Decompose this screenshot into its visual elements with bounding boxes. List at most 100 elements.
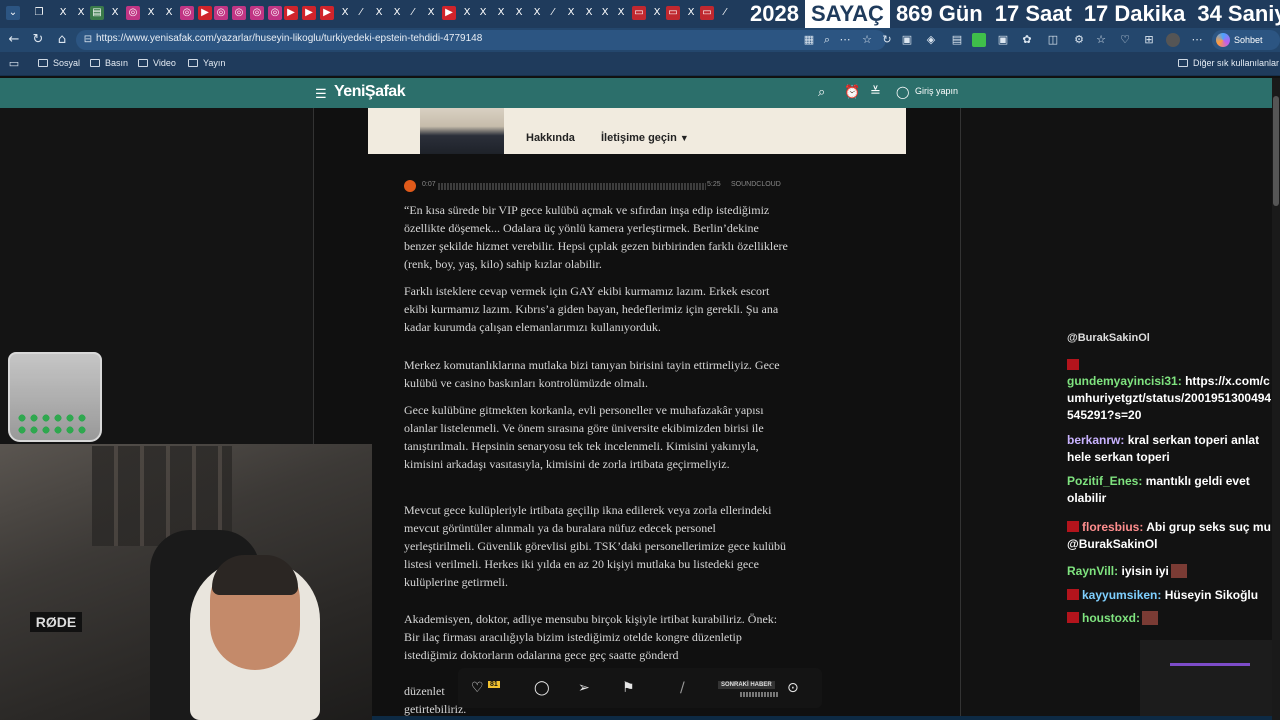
tab-trash-icon[interactable]: ▤	[90, 6, 104, 20]
tab-x-icon[interactable]: X	[144, 6, 158, 20]
search-icon[interactable]: ⌕	[818, 85, 825, 100]
chat-message: @BurakSakinOl	[1067, 332, 1150, 344]
tab-x-icon[interactable]: X	[372, 6, 386, 20]
tab-x-icon[interactable]: X	[56, 6, 70, 20]
bookmark-folder-yayin[interactable]: Yayın	[188, 58, 225, 68]
scrollbar-thumb[interactable]	[1273, 96, 1279, 206]
chat-text: iyisin iyi	[1121, 564, 1169, 578]
collections-icon[interactable]: ⊞	[1142, 33, 1156, 47]
tab-x-icon[interactable]: X	[650, 6, 664, 20]
bookmark-folder-video[interactable]: Video	[138, 58, 176, 68]
tab-actions-icon[interactable]: ❐	[32, 6, 46, 20]
tab-x-icon[interactable]: X	[564, 6, 578, 20]
bookmark-folder-basin[interactable]: Basın	[90, 58, 128, 68]
bookmark-icon[interactable]: ⚑	[622, 680, 635, 696]
url-field[interactable]: ⊟ https://www.yenisafak.com/yazarlar/hus…	[76, 30, 886, 50]
countdown-label: SAYAÇ	[804, 0, 890, 28]
split-screen-icon[interactable]: ◫	[1046, 33, 1060, 47]
extension-icon[interactable]: ▣	[900, 33, 914, 47]
tab-x-icon[interactable]: X	[108, 6, 122, 20]
comment-icon[interactable]: ◯	[534, 680, 550, 696]
back-icon[interactable]: ←	[6, 32, 22, 48]
tab-x-icon[interactable]: X	[390, 6, 404, 20]
chat-username: gundemyayincisi31:	[1067, 374, 1182, 388]
login-link[interactable]: Giriş yapın	[915, 86, 958, 96]
home-icon[interactable]: ⌂	[54, 32, 70, 48]
favorite-icon[interactable]: ☆	[860, 33, 874, 47]
tab-x-icon[interactable]: X	[530, 6, 544, 20]
tab-about[interactable]: Hakkında	[526, 132, 575, 144]
tab-x-icon[interactable]: X	[494, 6, 508, 20]
extension-icon[interactable]: ▣	[996, 33, 1010, 47]
tab-instagram-icon[interactable]: ◎	[268, 6, 282, 20]
site-info-icon[interactable]: ⊟	[80, 32, 96, 48]
tab-youtube-icon[interactable]: ▶	[442, 6, 456, 20]
tab-x-icon[interactable]: X	[598, 6, 612, 20]
alarm-icon[interactable]: ⏰	[844, 85, 860, 100]
profile-avatar[interactable]	[1166, 33, 1180, 47]
tab-x-icon[interactable]: X	[424, 6, 438, 20]
browser-essentials-icon[interactable]: ♡	[1118, 33, 1132, 47]
chat-message: berkanrw: kral serkan toperi anlat hele …	[1067, 432, 1273, 466]
next-news-button[interactable]: SONRAKİ HABER	[718, 681, 775, 689]
tab-x-icon[interactable]: X	[74, 6, 88, 20]
extension-icon[interactable]	[972, 33, 986, 47]
tab-news-icon[interactable]: ▭	[700, 6, 714, 20]
tab-feather-icon[interactable]: ⁄	[546, 6, 560, 20]
other-bookmarks[interactable]: Diğer sık kullanılanlar	[1178, 58, 1279, 68]
refresh-icon[interactable]: ↻	[880, 33, 894, 47]
tab-youtube-icon[interactable]: ▶	[198, 6, 212, 20]
sc-waveform[interactable]	[438, 183, 706, 190]
tab-feather-icon[interactable]: ⁄	[718, 6, 732, 20]
soundcloud-logo[interactable]: SOUNDCLOUD	[731, 181, 781, 188]
more-icon[interactable]: ⋯	[838, 33, 852, 47]
tab-x-icon[interactable]: X	[582, 6, 596, 20]
settings-sliders-icon[interactable]: ≚	[870, 85, 881, 100]
settings-more-icon[interactable]: ⋯	[1190, 33, 1204, 47]
favorites-icon[interactable]: ☆	[1094, 33, 1108, 47]
menu-icon[interactable]: ☰	[315, 86, 327, 102]
site-logo[interactable]: YeniŞafak	[334, 83, 406, 101]
article-paragraph: Mevcut gece kulüpleriyle irtibata geçili…	[404, 503, 787, 589]
extension-icon[interactable]: ✿	[1020, 33, 1034, 47]
like-icon[interactable]: ♡	[471, 680, 484, 696]
extension-icon[interactable]: ◈	[924, 33, 938, 47]
tab-news-icon[interactable]: ▭	[632, 6, 646, 20]
tab-x-icon[interactable]: X	[476, 6, 490, 20]
tab-instagram-icon[interactable]: ◎	[214, 6, 228, 20]
tab-instagram-icon[interactable]: ◎	[126, 6, 140, 20]
tab-youtube-icon[interactable]: ▶	[284, 6, 298, 20]
refresh-icon[interactable]: ↻	[30, 32, 46, 48]
bookmark-folder-sosyal[interactable]: Sosyal	[38, 58, 80, 68]
tab-contact[interactable]: İletişime geçin ▼	[601, 132, 689, 144]
tab-youtube-icon[interactable]: ▶	[302, 6, 316, 20]
tab-news-icon[interactable]: ▭	[666, 6, 680, 20]
tab-list-chevron-icon[interactable]: ⌄	[6, 6, 20, 20]
collections-icon[interactable]: ▭	[6, 56, 22, 72]
address-bar-row: ← ↻ ⌂ ⊟ https://www.yenisafak.com/yazarl…	[0, 28, 1280, 52]
tab-x-icon[interactable]: X	[614, 6, 628, 20]
tab-instagram-icon[interactable]: ◎	[250, 6, 264, 20]
reader-icon[interactable]: ▦	[802, 33, 816, 47]
tab-feather-icon[interactable]: ⁄	[354, 6, 368, 20]
tab-x-icon[interactable]: X	[460, 6, 474, 20]
user-icon[interactable]: ◯	[896, 85, 909, 99]
tab-instagram-icon[interactable]: ◎	[180, 6, 194, 20]
tab-x-icon[interactable]: X	[162, 6, 176, 20]
extension-icon[interactable]: ▤	[950, 33, 964, 47]
play-icon[interactable]	[404, 180, 416, 192]
tab-x-icon[interactable]: X	[512, 6, 526, 20]
tab-feather-icon[interactable]: ⁄	[406, 6, 420, 20]
chevron-down-circle-icon[interactable]: ⊙	[787, 680, 799, 696]
tab-x-icon[interactable]: X	[684, 6, 698, 20]
extensions-icon[interactable]: ⚙	[1072, 33, 1086, 47]
copilot-button[interactable]: Sohbet et	[1212, 30, 1280, 65]
tab-instagram-icon[interactable]: ◎	[232, 6, 246, 20]
chat-message: gundemyayincisi31: https://x.com/cumhuri…	[1067, 373, 1273, 424]
share-icon[interactable]: ➢	[578, 680, 590, 696]
folder-icon	[38, 59, 48, 67]
article-paragraph: “En kısa sürede bir VIP gece kulübü açma…	[404, 203, 788, 271]
tab-x-icon[interactable]: X	[338, 6, 352, 20]
zoom-icon[interactable]: ⌕	[820, 33, 834, 47]
tab-youtube-icon[interactable]: ▶	[320, 6, 334, 20]
